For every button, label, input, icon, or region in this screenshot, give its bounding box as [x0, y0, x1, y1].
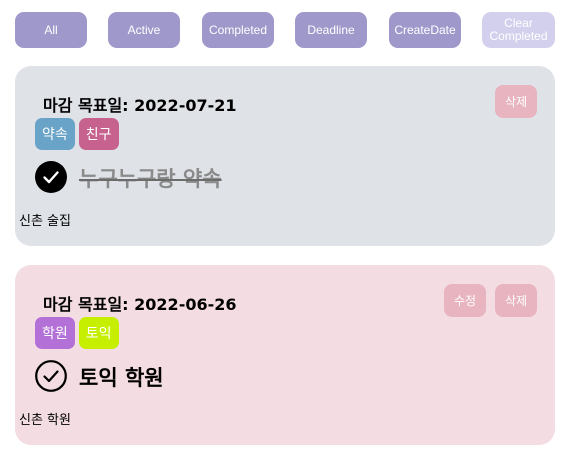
deadline-date: 2022-07-21: [134, 96, 237, 115]
tag[interactable]: 토익: [78, 317, 119, 349]
tag-list: 학원 토익: [35, 317, 119, 349]
delete-button[interactable]: 삭제: [495, 284, 537, 317]
unchecked-circle-icon[interactable]: [35, 360, 67, 392]
edit-button[interactable]: 수정: [444, 284, 486, 317]
checked-circle-icon[interactable]: [35, 161, 67, 193]
todo-card: 마감 목표일: 2022-06-26 수정 삭제 학원 토익 토익 학원 신촌 …: [15, 265, 555, 445]
todo-card: 마감 목표일: 2022-07-21 삭제 약속 친구 누구누구랑 약속 신촌 …: [15, 66, 555, 246]
deadline-label: 마감 목표일:: [43, 96, 129, 115]
todo-description: 신촌 학원: [19, 413, 71, 428]
todo-title: 누구누구랑 약속: [79, 167, 222, 191]
deadline-date: 2022-06-26: [134, 295, 237, 314]
filter-all-button[interactable]: All: [15, 12, 87, 48]
deadline: 마감 목표일: 2022-06-26: [43, 291, 237, 315]
tag-list: 약속 친구: [35, 118, 119, 150]
deadline: 마감 목표일: 2022-07-21: [43, 92, 237, 116]
clear-completed-button[interactable]: Clear Completed: [482, 12, 555, 48]
tag[interactable]: 약속: [35, 118, 75, 150]
tag[interactable]: 학원: [35, 317, 75, 349]
tag[interactable]: 친구: [78, 118, 119, 150]
filter-active-button[interactable]: Active: [108, 12, 180, 48]
delete-button[interactable]: 삭제: [495, 85, 537, 118]
todo-title: 토익 학원: [79, 366, 164, 390]
filter-completed-button[interactable]: Completed: [202, 12, 274, 48]
todo-description: 신촌 술집: [19, 214, 71, 229]
filter-deadline-button[interactable]: Deadline: [295, 12, 367, 48]
filter-createdate-button[interactable]: CreateDate: [389, 12, 461, 48]
deadline-label: 마감 목표일:: [43, 295, 129, 314]
clear-completed-line2: Completed: [489, 29, 548, 43]
filter-bar: All Active Completed Deadline CreateDate…: [15, 12, 555, 48]
